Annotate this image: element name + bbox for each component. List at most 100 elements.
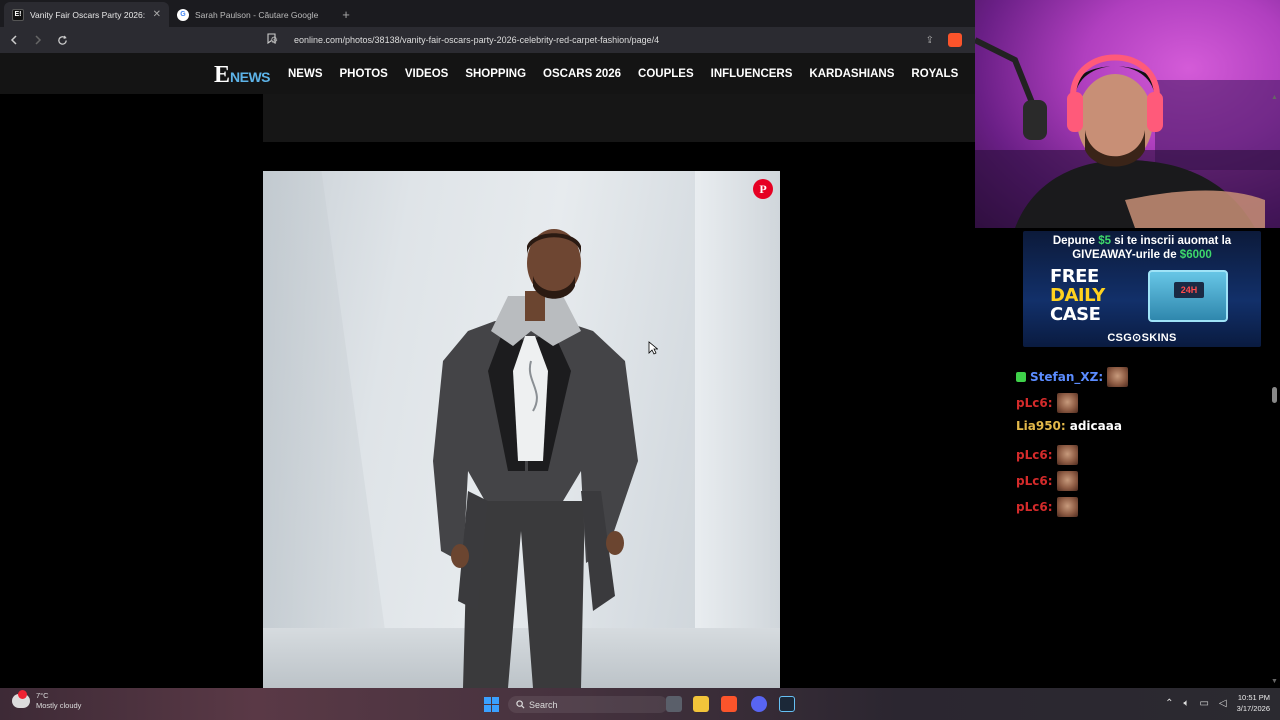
weather-desc: Mostly cloudy xyxy=(36,701,82,710)
nav-oscars-2026[interactable]: OSCARS 2026 xyxy=(543,68,621,80)
browser-tab-bar: E! Vanity Fair Oscars Party 2026: Ce ✕ G… xyxy=(0,0,975,27)
volume-icon[interactable]: 🔈︎ xyxy=(1183,698,1189,709)
chat-emote-icon xyxy=(1056,471,1078,491)
streamer-webcam xyxy=(975,0,1280,228)
enews-logo[interactable]: E NEWS xyxy=(214,62,271,89)
chat-message: Lia950: adicaaa xyxy=(1016,419,1122,433)
clock-time: 10:51 PM xyxy=(1237,693,1270,702)
site-settings-icon[interactable]: ⚙ xyxy=(270,35,284,46)
tab-google-search[interactable]: G Sarah Paulson - Căutare Google xyxy=(169,2,334,27)
chat-username[interactable]: Stefan_XZ: xyxy=(1030,370,1103,384)
case-box-icon: 24H xyxy=(1148,270,1228,322)
promo-line-2: GIVEAWAY-urile de $6000 xyxy=(1023,249,1261,261)
nav-couples[interactable]: COUPLES xyxy=(638,68,694,80)
forward-arrow-icon xyxy=(35,35,42,45)
browser-toolbar: ⚙ eonline.com/photos/38138/vanity-fair-o… xyxy=(0,27,975,53)
csgoskins-promo-banner[interactable]: Depune $5 si te inscrii auomat la GIVEAW… xyxy=(1023,231,1261,347)
nav-royals[interactable]: ROYALS xyxy=(911,68,958,80)
chat-emote-icon xyxy=(1056,445,1078,465)
weather-text: 7°C Mostly cloudy xyxy=(36,691,81,711)
speaker-icon[interactable]: ◁ xyxy=(1219,698,1227,709)
nav-videos[interactable]: VIDEOS xyxy=(405,68,448,80)
person-figure xyxy=(433,229,638,688)
scroll-down-arrow-icon[interactable]: ▼ xyxy=(1271,678,1278,685)
promo-line-1: Depune $5 si te inscrii auomat la xyxy=(1023,235,1261,247)
chat-username[interactable]: pLc6: xyxy=(1016,396,1053,410)
windows-taskbar: 7°C Mostly cloudy Search ⌃ 🔈︎ ▭ ◁ 10:51 … xyxy=(0,688,1280,720)
tab-title: Sarah Paulson - Căutare Google xyxy=(195,9,319,20)
new-tab-button[interactable]: + xyxy=(334,2,358,27)
back-button[interactable] xyxy=(4,30,24,50)
chevron-up-icon[interactable]: ⌃ xyxy=(1165,698,1173,709)
clock-date: 3/17/2026 xyxy=(1236,704,1270,713)
back-arrow-icon xyxy=(10,35,17,45)
promo-case: CASE xyxy=(1050,304,1101,325)
site-header: E NEWS NEWS PHOTOS VIDEOS SHOPPING OSCAR… xyxy=(0,53,975,94)
chat-badge-icon xyxy=(1016,372,1026,382)
discord-icon[interactable] xyxy=(751,696,767,712)
task-view-icon[interactable] xyxy=(666,696,682,712)
share-icon[interactable]: ⇪ xyxy=(926,35,934,46)
chat-emote-icon xyxy=(1056,497,1078,517)
promo-deposit-amount: $5 xyxy=(1098,235,1111,247)
url-text: eonline.com/photos/38138/vanity-fair-osc… xyxy=(294,35,660,45)
scroll-up-arrow-icon[interactable]: ▲ xyxy=(1271,94,1278,101)
logo-news: NEWS xyxy=(230,69,271,85)
nav-news[interactable]: NEWS xyxy=(288,68,323,80)
tab-title: Vanity Fair Oscars Party 2026: Ce xyxy=(30,9,147,20)
chat-message: pLc6: xyxy=(1016,393,1078,413)
main-nav: NEWS PHOTOS VIDEOS SHOPPING OSCARS 2026 … xyxy=(288,53,958,94)
reload-icon xyxy=(57,35,67,45)
chat-username[interactable]: pLc6: xyxy=(1016,474,1053,488)
chat-message: pLc6: xyxy=(1016,471,1078,491)
google-favicon-icon: G xyxy=(177,8,189,21)
logo-e: E xyxy=(214,62,231,88)
chat-emote-icon xyxy=(1107,367,1129,387)
address-bar[interactable]: ⚙ eonline.com/photos/38138/vanity-fair-o… xyxy=(270,30,970,50)
nav-influencers[interactable]: INFLUENCERS xyxy=(711,68,793,80)
promo-brand: CSG⊙SKINS xyxy=(1107,332,1177,344)
ad-placeholder xyxy=(263,94,975,142)
close-tab-icon[interactable]: ✕ xyxy=(153,9,161,20)
nav-photos[interactable]: PHOTOS xyxy=(340,68,388,80)
page-scrollbar-thumb[interactable] xyxy=(1272,387,1277,403)
chat-username[interactable]: Lia950: xyxy=(1016,419,1066,433)
windows-start-icon[interactable] xyxy=(484,697,499,712)
stream-chat: Stefan_XZ: pLc6: Lia950: adicaaa pLc6: p… xyxy=(1010,352,1270,522)
promo-daily: DAILY xyxy=(1050,285,1105,306)
network-icon[interactable]: ▭ xyxy=(1199,698,1208,709)
weather-widget[interactable]: 7°C Mostly cloudy xyxy=(12,690,81,711)
promo-line2-prefix: GIVEAWAY-urile de xyxy=(1072,249,1180,261)
promo-line1-suffix: si te inscrii auomat la xyxy=(1111,235,1232,247)
chat-username[interactable]: pLc6: xyxy=(1016,500,1053,514)
chat-message: pLc6: xyxy=(1016,445,1078,465)
chat-emote-icon xyxy=(1056,393,1078,413)
system-tray: ⌃ 🔈︎ ▭ ◁ 10:51 PM 3/17/2026 xyxy=(1165,692,1270,714)
search-label: Search xyxy=(529,699,558,710)
nav-kardashians[interactable]: KARDASHIANS xyxy=(809,68,894,80)
taskbar-clock[interactable]: 10:51 PM 3/17/2026 xyxy=(1237,692,1270,714)
pinterest-icon[interactable]: P xyxy=(753,179,773,199)
reload-button[interactable] xyxy=(52,30,72,50)
gallery-photo[interactable] xyxy=(263,171,780,688)
promo-free-daily-case: FREE DAILY CASE xyxy=(1050,267,1105,324)
steam-icon[interactable] xyxy=(779,696,795,712)
promo-free: FREE xyxy=(1050,266,1099,287)
weather-cloudy-icon xyxy=(12,690,30,708)
brave-shield-icon[interactable] xyxy=(948,33,962,47)
mouse-cursor-icon xyxy=(648,341,658,355)
eonline-favicon-icon: E! xyxy=(12,8,24,21)
taskbar-search[interactable]: Search xyxy=(508,696,668,713)
chat-username[interactable]: pLc6: xyxy=(1016,448,1053,462)
promo-giveaway-amount: $6000 xyxy=(1179,249,1212,261)
promo-line1-prefix: Depune xyxy=(1052,235,1099,247)
chat-message: Stefan_XZ: xyxy=(1016,367,1129,387)
file-explorer-icon[interactable] xyxy=(693,696,709,712)
brave-browser-icon[interactable] xyxy=(721,696,737,712)
forward-button[interactable] xyxy=(28,30,48,50)
chat-text: adicaaa xyxy=(1069,419,1122,433)
tab-vanity-fair[interactable]: E! Vanity Fair Oscars Party 2026: Ce ✕ xyxy=(4,2,169,27)
nav-shopping[interactable]: SHOPPING xyxy=(465,68,526,80)
search-icon xyxy=(516,700,525,709)
screen: E! Vanity Fair Oscars Party 2026: Ce ✕ G… xyxy=(0,0,1280,720)
